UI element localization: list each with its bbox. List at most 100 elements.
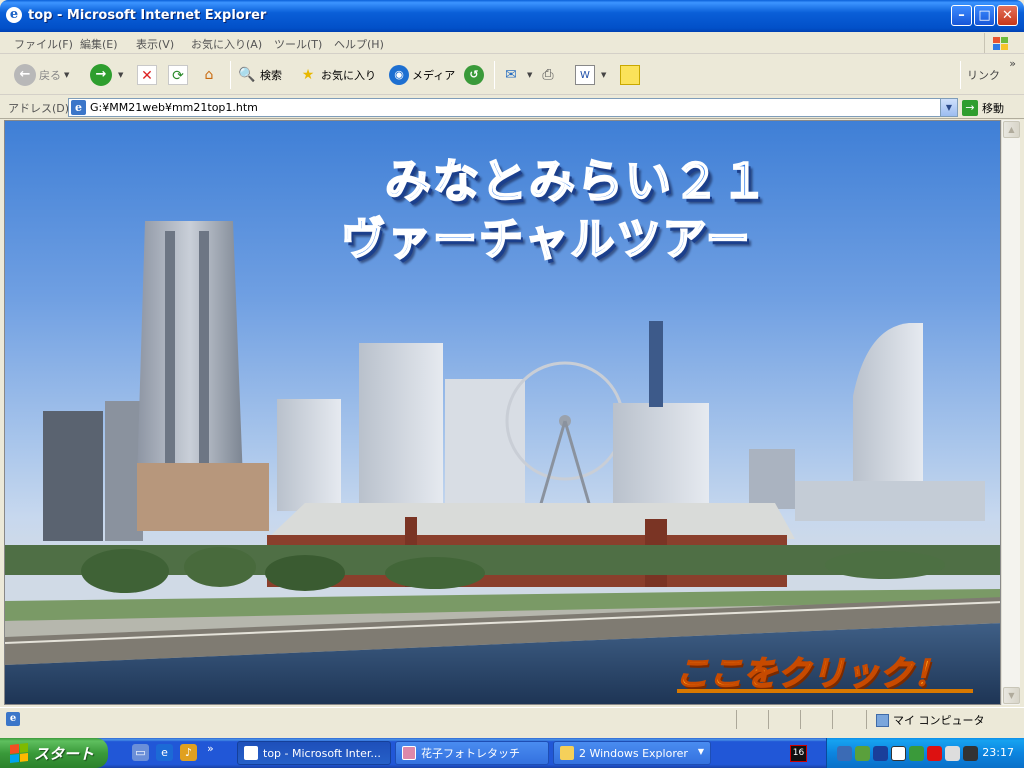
back-button[interactable]: ← 戻る ▼ bbox=[14, 62, 69, 88]
window-title: top - Microsoft Internet Explorer bbox=[28, 8, 267, 23]
page-heading: みなとみらい２１ bbox=[384, 153, 769, 209]
computer-icon bbox=[876, 713, 889, 727]
tower-window-strip bbox=[199, 231, 209, 471]
bluetooth-icon[interactable] bbox=[873, 746, 888, 761]
task-label: 2 Windows Explorer bbox=[579, 746, 688, 760]
click-here-underline bbox=[677, 689, 973, 693]
toolbar-separator bbox=[494, 61, 495, 89]
menu-file[interactable]: ファイル(F) bbox=[14, 36, 73, 52]
links-chevron-icon[interactable]: » bbox=[1009, 57, 1016, 70]
home-button[interactable]: ⌂ bbox=[199, 62, 222, 88]
forward-button[interactable]: → ▼ bbox=[90, 62, 123, 88]
ati-icon[interactable] bbox=[927, 746, 942, 761]
start-label: スタート bbox=[34, 744, 95, 763]
scroll-down-icon[interactable]: ▼ bbox=[1003, 687, 1020, 704]
menu-tools[interactable]: ツール(T) bbox=[274, 36, 322, 52]
vertical-scrollbar[interactable]: ▲ ▼ bbox=[1001, 120, 1020, 705]
ferris-wheel-leg bbox=[538, 420, 567, 508]
chevron-down-icon: ▼ bbox=[697, 747, 704, 756]
mail-button[interactable]: ✉ ▼ bbox=[501, 62, 532, 88]
building bbox=[359, 343, 443, 513]
page-subheading: ヴァーチャルツアー bbox=[340, 213, 752, 266]
links-label[interactable]: リンク bbox=[967, 67, 1000, 83]
taskbar-item-explorer[interactable]: 2 Windows Explorer ▼ bbox=[553, 741, 711, 765]
close-button[interactable]: ✕ bbox=[997, 5, 1018, 26]
menu-edit[interactable]: 編集(E) bbox=[80, 36, 118, 52]
minimize-button[interactable]: – bbox=[951, 5, 972, 26]
clock[interactable]: 23:17 bbox=[982, 746, 1014, 759]
taskbar-item-photo[interactable]: 花子フォトレタッチ bbox=[395, 741, 549, 765]
building bbox=[613, 403, 709, 507]
ie-icon: e bbox=[6, 7, 22, 23]
checkmark-icon[interactable] bbox=[909, 746, 924, 761]
print-button[interactable]: ⎙ bbox=[538, 62, 561, 88]
status-panel bbox=[832, 710, 862, 729]
tree bbox=[825, 551, 945, 579]
monitor-icon[interactable] bbox=[963, 746, 978, 761]
chevron-down-icon: ▼ bbox=[527, 71, 533, 79]
stop-button[interactable]: ✕ bbox=[137, 62, 160, 88]
menu-help[interactable]: ヘルプ(H) bbox=[334, 36, 384, 52]
update-icon[interactable] bbox=[855, 746, 870, 761]
stop-icon: ✕ bbox=[137, 65, 157, 85]
building bbox=[277, 399, 341, 511]
tower-window-strip bbox=[165, 231, 175, 471]
radio-tower bbox=[649, 321, 663, 407]
history-icon: ↺ bbox=[464, 65, 484, 85]
sound-card-icon[interactable] bbox=[945, 746, 960, 761]
status-panel bbox=[736, 710, 766, 729]
folder-icon bbox=[560, 746, 574, 760]
messenger-button[interactable] bbox=[620, 62, 643, 88]
keyboard-icon[interactable] bbox=[891, 746, 906, 761]
landmark-tower bbox=[137, 221, 243, 481]
start-button[interactable]: スタート bbox=[0, 738, 108, 768]
globe-icon: ◉ bbox=[389, 65, 409, 85]
chevron-down-icon: ▼ bbox=[64, 71, 70, 79]
taskbar: スタート ▭ e ♪ » top - Microsoft Inter... 花子… bbox=[0, 738, 1024, 768]
chevron-down-icon: ▼ bbox=[118, 71, 124, 79]
network-icon[interactable] bbox=[837, 746, 852, 761]
refresh-button[interactable]: ⟳ bbox=[168, 62, 191, 88]
address-dropdown-icon[interactable]: ▼ bbox=[940, 99, 957, 116]
printer-icon: ⎙ bbox=[542, 67, 554, 83]
home-icon: ⌂ bbox=[204, 67, 214, 83]
quicklaunch-chevron-icon[interactable]: » bbox=[207, 742, 214, 755]
media-quicklaunch-icon[interactable]: ♪ bbox=[180, 744, 197, 761]
history-button[interactable]: ↺ bbox=[464, 62, 487, 88]
taskbar-item-ie[interactable]: top - Microsoft Inter... bbox=[237, 741, 391, 765]
search-button[interactable]: 🔍 検索 bbox=[237, 62, 282, 88]
go-button[interactable]: → 移動 bbox=[962, 98, 1020, 117]
address-input[interactable]: e G:¥MM21web¥mm21top1.htm ▼ bbox=[68, 98, 958, 117]
system-tray: 23:17 bbox=[826, 738, 1024, 768]
security-zone: マイ コンピュータ bbox=[876, 712, 985, 728]
maximize-button[interactable]: □ bbox=[974, 5, 995, 26]
show-desktop-icon[interactable]: ▭ bbox=[132, 744, 149, 761]
edit-button[interactable]: W ▼ bbox=[575, 62, 606, 88]
address-label: アドレス(D) bbox=[8, 102, 70, 115]
media-button[interactable]: ◉ メディア bbox=[389, 62, 455, 88]
building bbox=[43, 411, 103, 541]
search-icon: 🔍 bbox=[238, 67, 256, 83]
toolbar-separator bbox=[960, 61, 961, 89]
address-value[interactable]: G:¥MM21web¥mm21top1.htm bbox=[90, 101, 258, 114]
task-label: top - Microsoft Inter... bbox=[263, 746, 381, 760]
tree bbox=[184, 547, 256, 587]
star-icon: ★ bbox=[301, 67, 315, 83]
tree bbox=[81, 549, 169, 593]
menu-view[interactable]: 表示(V) bbox=[136, 36, 174, 52]
title-bar[interactable]: e top - Microsoft Internet Explorer – □ … bbox=[0, 0, 1024, 32]
ie-quicklaunch-icon[interactable]: e bbox=[156, 744, 173, 761]
toolbar-separator bbox=[230, 61, 231, 89]
scroll-up-icon[interactable]: ▲ bbox=[1003, 121, 1020, 138]
page-icon: e bbox=[71, 100, 86, 115]
menu-favorites[interactable]: お気に入り(A) bbox=[191, 36, 262, 52]
ie-icon bbox=[244, 746, 258, 760]
photo-app-icon bbox=[402, 746, 416, 760]
page-content: みなとみらい２１ ヴァーチャルツアー ここをクリック！ bbox=[4, 120, 1001, 705]
favorites-button[interactable]: ★ お気に入り bbox=[298, 62, 376, 88]
click-here-link[interactable]: ここをクリック！ bbox=[674, 646, 948, 695]
building bbox=[749, 449, 795, 509]
media-label: メディア bbox=[412, 69, 456, 82]
tray-badge-icon[interactable]: 16 bbox=[790, 745, 807, 762]
favorites-label: お気に入り bbox=[321, 69, 376, 82]
